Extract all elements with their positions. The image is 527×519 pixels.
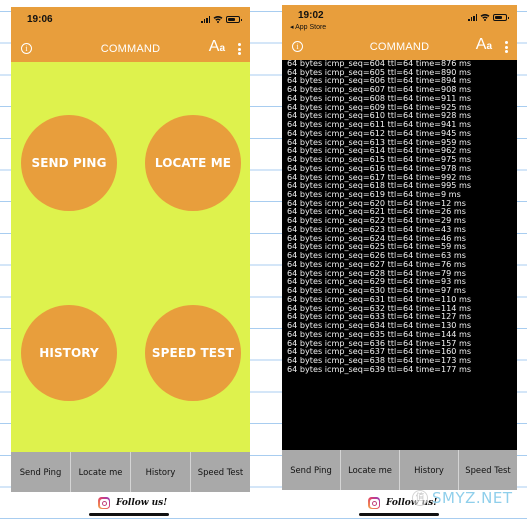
tab-locate-me[interactable]: Locate me bbox=[341, 450, 400, 490]
tab-speed-test[interactable]: Speed Test bbox=[459, 450, 517, 490]
locate-me-button[interactable]: LOCATE ME bbox=[145, 115, 241, 211]
send-ping-button[interactable]: SEND PING bbox=[21, 115, 117, 211]
status-time: 19:06 bbox=[27, 14, 53, 25]
nav-bar: i COMMAND Aa bbox=[282, 36, 517, 57]
wifi-icon bbox=[480, 13, 490, 21]
instagram-icon bbox=[98, 497, 110, 509]
signal-icon bbox=[201, 15, 210, 23]
ping-output-line: 64 bytes icmp_seq=639 ttl=64 time=177 ms bbox=[287, 363, 472, 374]
tab-history[interactable]: History bbox=[400, 450, 459, 490]
app-header: 19:02 ◂ App Store i COMMAND Aa bbox=[282, 5, 517, 60]
more-vertical-icon[interactable] bbox=[505, 41, 508, 53]
font-size-icon[interactable]: Aa bbox=[476, 36, 492, 54]
status-time: 19:02 bbox=[298, 10, 324, 21]
speed-test-button[interactable]: SPEED TEST bbox=[145, 305, 241, 401]
font-icon-large-glyph: A bbox=[475, 36, 487, 53]
phone-screen-home: 19:06 i COMMAND Aa SEND PING LOCATE ME H… bbox=[11, 7, 250, 492]
home-indicator bbox=[359, 513, 439, 516]
tab-bar: Send Ping Locate me History Speed Test bbox=[11, 452, 250, 492]
tab-history[interactable]: History bbox=[131, 452, 191, 492]
phone-screen-ping-output: 19:02 ◂ App Store i COMMAND Aa 64 bytes … bbox=[282, 5, 517, 490]
watermark: 值 SMYZ.NET bbox=[412, 489, 513, 507]
main-panel: SEND PING LOCATE ME HISTORY SPEED TEST bbox=[11, 62, 250, 452]
follow-us-text: Follow us! bbox=[116, 498, 168, 508]
tab-speed-test[interactable]: Speed Test bbox=[191, 452, 250, 492]
follow-us-link[interactable]: Follow us! bbox=[98, 497, 167, 509]
font-icon-small-glyph: a bbox=[219, 43, 225, 54]
watermark-text: SMYZ.NET bbox=[432, 489, 513, 507]
font-icon-small-glyph: a bbox=[486, 41, 492, 52]
font-size-icon[interactable]: Aa bbox=[209, 38, 225, 56]
tab-send-ping[interactable]: Send Ping bbox=[11, 452, 71, 492]
instagram-icon bbox=[368, 497, 380, 509]
tab-send-ping[interactable]: Send Ping bbox=[282, 450, 341, 490]
more-vertical-icon[interactable] bbox=[238, 43, 241, 55]
tab-bar: Send Ping Locate me History Speed Test bbox=[282, 450, 517, 490]
battery-icon bbox=[226, 15, 242, 23]
watermark-badge: 值 bbox=[412, 490, 428, 506]
app-header: 19:06 i COMMAND Aa bbox=[11, 7, 250, 62]
history-button[interactable]: HISTORY bbox=[21, 305, 117, 401]
battery-icon bbox=[493, 13, 509, 21]
back-to-app-store-link[interactable]: ◂ App Store bbox=[290, 23, 326, 31]
status-icons bbox=[201, 15, 242, 23]
home-indicator bbox=[89, 513, 169, 516]
nav-bar: i COMMAND Aa bbox=[11, 38, 250, 59]
ping-output-log[interactable]: 64 bytes icmp_seq=604 ttl=64 time=876 ms… bbox=[282, 60, 517, 450]
tab-locate-me[interactable]: Locate me bbox=[71, 452, 131, 492]
status-icons bbox=[468, 13, 509, 21]
signal-icon bbox=[468, 13, 477, 21]
wifi-icon bbox=[213, 15, 223, 23]
font-icon-large-glyph: A bbox=[208, 38, 220, 55]
